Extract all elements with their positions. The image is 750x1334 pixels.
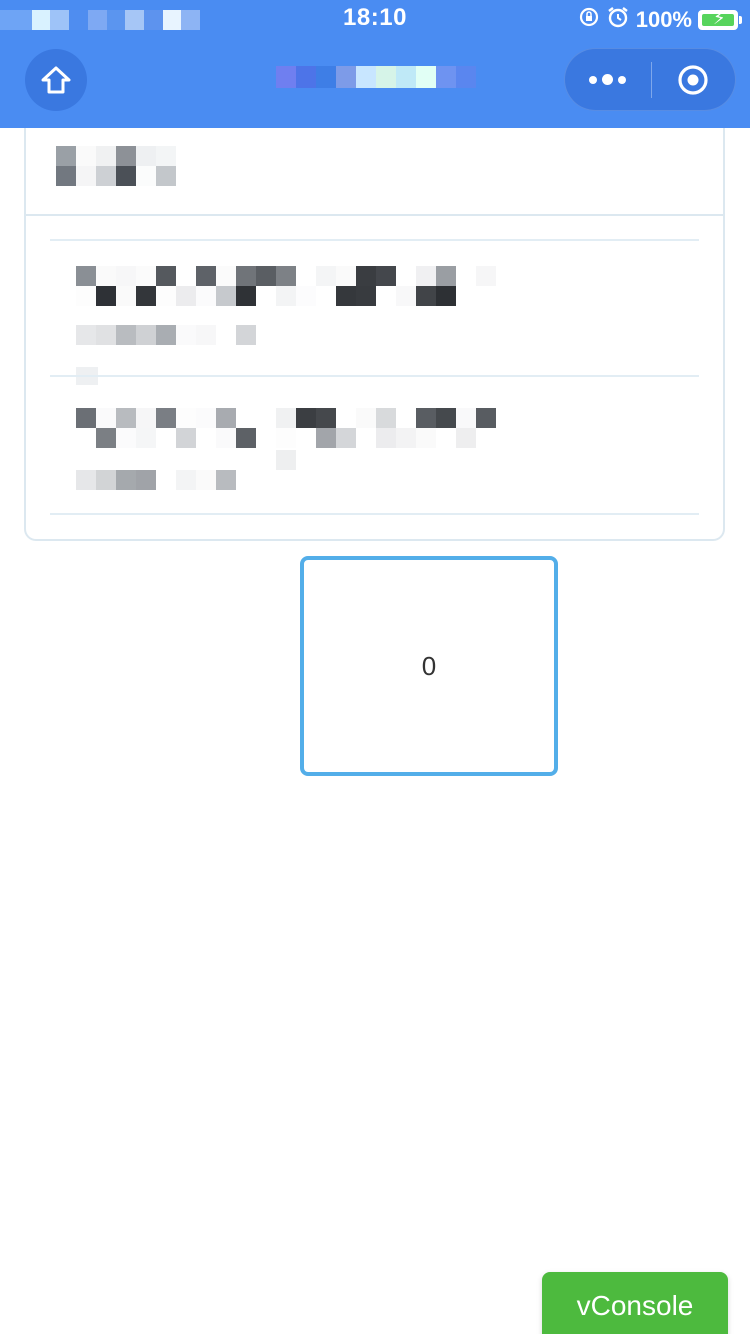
record-title-obscured [76, 266, 496, 306]
home-icon [41, 66, 71, 94]
divider [50, 513, 699, 515]
divider [50, 375, 699, 377]
more-dots-icon [589, 75, 598, 84]
record-subtitle-obscured [76, 450, 296, 490]
record-title-obscured [76, 408, 496, 448]
card-header [26, 128, 723, 216]
battery-percent: 100% [635, 7, 692, 32]
counter-box[interactable]: 0 [300, 556, 558, 776]
close-button[interactable] [652, 49, 736, 110]
rotation-lock-icon [578, 6, 600, 34]
capsule-close-icon [678, 64, 708, 95]
info-card [24, 128, 725, 541]
battery-charging-icon: ⚡ [698, 9, 742, 30]
card-title-obscured [56, 146, 176, 186]
home-button[interactable] [25, 49, 87, 111]
counter-value: 0 [421, 650, 437, 681]
status-right: 100% ⚡ [578, 5, 742, 35]
vconsole-button[interactable]: vConsole [542, 1272, 728, 1334]
top-bar: 18:10 100% ⚡ [0, 0, 750, 128]
more-button[interactable] [565, 49, 651, 110]
mini-program-capsule [564, 48, 736, 111]
page: 18:10 100% ⚡ 0 vConsole [0, 0, 750, 1334]
nav-title-obscured [276, 66, 476, 88]
divider [50, 239, 699, 241]
alarm-icon [606, 5, 630, 35]
record-subtitle-obscured [76, 325, 276, 345]
